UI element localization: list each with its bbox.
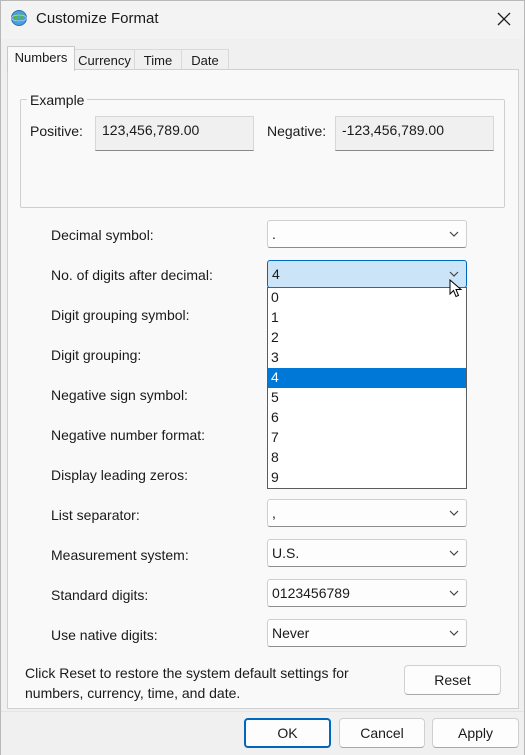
example-legend: Example <box>27 92 88 108</box>
chevron-down-icon <box>449 231 459 237</box>
standard-digits-value: 0123456789 <box>272 585 350 601</box>
tab-time[interactable]: Time <box>134 49 182 70</box>
dropdown-option[interactable]: 8 <box>268 448 466 468</box>
list-separator-value: , <box>272 505 276 521</box>
digits-after-decimal-label: No. of digits after decimal: <box>51 267 213 283</box>
ok-button[interactable]: OK <box>244 718 331 748</box>
chevron-down-icon <box>449 550 459 556</box>
close-icon <box>497 12 511 26</box>
tab-currency[interactable]: Currency <box>74 49 135 70</box>
digits-after-decimal-select[interactable]: 4 <box>267 260 467 288</box>
globe-icon <box>11 10 27 26</box>
dropdown-option[interactable]: 2 <box>268 328 466 348</box>
cancel-button[interactable]: Cancel <box>339 718 425 748</box>
decimal-symbol-value: . <box>272 226 276 242</box>
dropdown-option[interactable]: 0 <box>268 288 466 308</box>
use-native-digits-label: Use native digits: <box>51 627 158 643</box>
digit-grouping-label: Digit grouping: <box>51 347 142 363</box>
chevron-down-icon <box>449 630 459 636</box>
measurement-system-label: Measurement system: <box>51 547 189 563</box>
dropdown-option[interactable]: 7 <box>268 428 466 448</box>
display-leading-zeros-label: Display leading zeros: <box>51 467 188 483</box>
dropdown-option[interactable]: 5 <box>268 388 466 408</box>
dropdown-option[interactable]: 6 <box>268 408 466 428</box>
negative-example-value: -123,456,789.00 <box>335 116 494 151</box>
standard-digits-label: Standard digits: <box>51 587 149 603</box>
reset-button[interactable]: Reset <box>404 665 501 695</box>
positive-label: Positive: <box>30 123 83 139</box>
use-native-digits-select[interactable]: Never <box>267 619 467 647</box>
digits-after-decimal-value: 4 <box>272 266 280 282</box>
title-bar: Customize Format <box>1 1 524 39</box>
dropdown-option[interactable]: 9 <box>268 468 466 488</box>
reset-note: Click Reset to restore the system defaul… <box>25 665 349 701</box>
decimal-symbol-select[interactable]: . <box>267 220 467 248</box>
chevron-down-icon <box>449 510 459 516</box>
standard-digits-select[interactable]: 0123456789 <box>267 579 467 607</box>
dropdown-option[interactable]: 1 <box>268 308 466 328</box>
digits-dropdown-list: 0 1 2 3 4 5 6 7 8 9 <box>267 287 467 489</box>
dropdown-option[interactable]: 3 <box>268 348 466 368</box>
customize-format-dialog: Customize Format Numbers Currency Time D… <box>0 0 525 755</box>
close-button[interactable] <box>489 5 519 33</box>
measurement-system-select[interactable]: U.S. <box>267 539 467 567</box>
negative-sign-symbol-label: Negative sign symbol: <box>51 387 188 403</box>
list-separator-label: List separator: <box>51 507 140 523</box>
tab-date[interactable]: Date <box>181 49 229 70</box>
dropdown-option-selected[interactable]: 4 <box>268 368 466 388</box>
use-native-digits-value: Never <box>272 625 310 641</box>
negative-label: Negative: <box>267 123 327 139</box>
mouse-pointer-icon <box>449 279 463 298</box>
tab-numbers[interactable]: Numbers <box>7 46 75 71</box>
decimal-symbol-label: Decimal symbol: <box>51 227 154 243</box>
chevron-down-icon <box>449 590 459 596</box>
measurement-system-value: U.S. <box>272 545 300 561</box>
positive-example-value: 123,456,789.00 <box>95 116 254 151</box>
apply-button[interactable]: Apply <box>432 718 519 748</box>
window-title: Customize Format <box>36 10 159 27</box>
digit-grouping-symbol-label: Digit grouping symbol: <box>51 307 190 323</box>
negative-number-format-label: Negative number format: <box>51 427 206 443</box>
list-separator-select[interactable]: , <box>267 499 467 527</box>
